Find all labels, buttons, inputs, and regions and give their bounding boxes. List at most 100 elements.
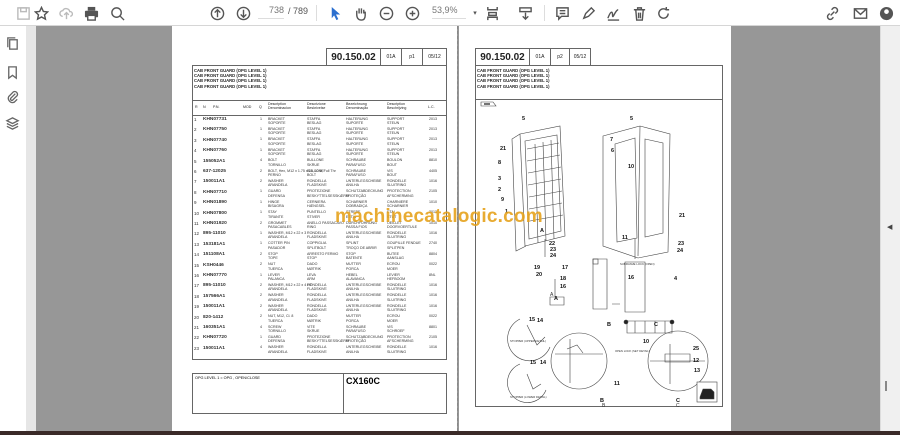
callout-number: 11: [614, 381, 620, 387]
subframe-lock-drawing: [592, 258, 646, 313]
select-cursor-icon[interactable]: [326, 4, 344, 22]
highlight-pen-icon[interactable]: [579, 4, 597, 22]
item-number: 23: [194, 345, 200, 351]
previous-page-icon[interactable]: [208, 4, 226, 22]
callout-number: 24: [550, 253, 557, 259]
lc-code: 2105: [429, 189, 437, 194]
layers-icon[interactable]: [5, 116, 21, 132]
part-number: KHN07731: [203, 117, 227, 122]
exploded-diagram: [480, 101, 718, 403]
lc-code: 8801: [429, 324, 437, 329]
description-es: ARANDELA: [268, 308, 288, 313]
item-number: 16: [194, 273, 200, 278]
part-number: KHN01920: [203, 221, 227, 226]
scroll-mode-icon[interactable]: [516, 4, 534, 22]
attachments-icon[interactable]: [5, 89, 21, 105]
bookmarks-icon[interactable]: [5, 65, 21, 81]
callout-number: 24: [677, 248, 684, 254]
diagram-caption: C: [676, 403, 680, 409]
lc-code: 1016: [429, 293, 437, 298]
window-bottom-edge: [0, 431, 900, 435]
delete-icon[interactable]: [630, 4, 648, 22]
item-number: 11: [194, 221, 199, 226]
rotate-icon[interactable]: [654, 4, 672, 22]
description-es: TORNILLO: [268, 329, 286, 333]
description-da: MØTRIK: [307, 318, 321, 323]
table-row: 4 KHN07760 1 BRACKET SOPORTE STAFFA BESLAG HALT…: [193, 147, 446, 157]
lc-code: 0022: [429, 314, 437, 319]
page-fit-icon[interactable]: [483, 4, 501, 22]
description-es: TORNILLO: [268, 162, 286, 167]
zoom-out-icon[interactable]: [377, 4, 395, 22]
comment-icon[interactable]: [553, 4, 571, 22]
description-es: SOPORTE: [268, 131, 286, 136]
quantity: 4: [260, 345, 262, 350]
description-pt: ALAVANCA: [346, 277, 365, 281]
description-da: FLADSKIVE: [307, 183, 327, 188]
next-page-icon[interactable]: [234, 4, 252, 22]
account-icon[interactable]: [877, 4, 895, 22]
page-number-input[interactable]: 738: [258, 5, 284, 19]
item-number: 15: [194, 262, 200, 268]
part-number: KHN07760: [203, 148, 227, 154]
description-nl: AFSCHERMING: [387, 193, 414, 198]
quantity: 2: [260, 314, 262, 319]
quantity: 1: [260, 126, 262, 131]
header-desc-2: Descrizione Beskrivelse: [307, 102, 326, 110]
description-nl: BOUT: [387, 173, 397, 177]
upload-cloud-icon[interactable]: [57, 4, 75, 22]
sign-icon[interactable]: [604, 4, 622, 22]
doc-number: 90.150.02: [475, 48, 530, 66]
toolbar-divider: [544, 5, 545, 21]
table-row: 16 KHN07770 1 LEVER PALANCA LEVA ARM HEBEL ALAVA…: [193, 272, 446, 282]
vertical-scrollbar[interactable]: ◀: [880, 26, 900, 435]
description-nl: SLUITRING: [387, 297, 407, 302]
collapse-panel-icon[interactable]: ◀: [887, 223, 892, 231]
table-row: 1 KHN07731 1 BRACKET SOPORTE STAFFA BESLAG HALT…: [193, 116, 446, 126]
part-number: 150011A1: [203, 345, 225, 351]
total-pages: / 789: [288, 6, 309, 16]
print-icon[interactable]: [82, 4, 100, 22]
description-nl: SLUITRING: [387, 183, 407, 188]
description-da: MØTRIK: [307, 266, 321, 271]
description-pt: PORCA: [346, 266, 359, 271]
zoom-level-select[interactable]: 53,9%: [432, 5, 466, 19]
callout-number: 13: [694, 368, 701, 374]
description-es: PALANCA: [268, 277, 285, 281]
save-icon[interactable]: [14, 4, 32, 22]
zoom-dropdown-icon[interactable]: ▾: [466, 4, 484, 22]
description-pt: SUPORTE: [346, 152, 364, 157]
description-nl: STEUN: [387, 121, 400, 125]
share-link-icon[interactable]: [823, 4, 841, 22]
zoom-search-icon[interactable]: [108, 4, 126, 22]
quantity: 1: [260, 334, 262, 339]
lc-code: 8NL: [429, 272, 436, 277]
zoom-in-icon[interactable]: [403, 4, 421, 22]
quantity: 1: [260, 210, 262, 215]
header-desc-4: Description Beschrijving: [387, 102, 407, 110]
description-nl: STEUN: [387, 152, 400, 157]
description-da: SPLITBOLT: [307, 245, 327, 250]
callout-number: 9: [501, 197, 505, 203]
part-number: 151108A1: [203, 252, 225, 258]
description-pt: ANILHA: [346, 297, 359, 302]
left-sidebar: [0, 26, 26, 435]
hand-tool-icon[interactable]: [351, 4, 369, 22]
description-es: TOPE: [268, 256, 278, 261]
email-icon[interactable]: [851, 4, 869, 22]
open-lock-drawing: [623, 319, 675, 334]
quantity: 1: [260, 147, 262, 152]
description-da: FLADSKIVE: [307, 235, 327, 240]
sidebar-panel-edge: [26, 26, 36, 435]
bookmark-star-icon[interactable]: [32, 4, 50, 22]
scroll-thumb[interactable]: [885, 381, 887, 391]
lc-code: 8804: [429, 251, 437, 256]
table-row: 19 150011A1 2 WASHER ARANDELA RONDELLA FLADSKI…: [193, 303, 446, 313]
quantity: 2: [260, 293, 262, 298]
cab-front-guard-drawing: [511, 125, 566, 252]
part-number: 150011A1: [203, 179, 225, 185]
doc-page: p1: [401, 48, 423, 66]
model-name: CX160C: [346, 376, 381, 386]
pages-icon[interactable]: [5, 36, 21, 52]
quantity: 1: [260, 272, 262, 277]
